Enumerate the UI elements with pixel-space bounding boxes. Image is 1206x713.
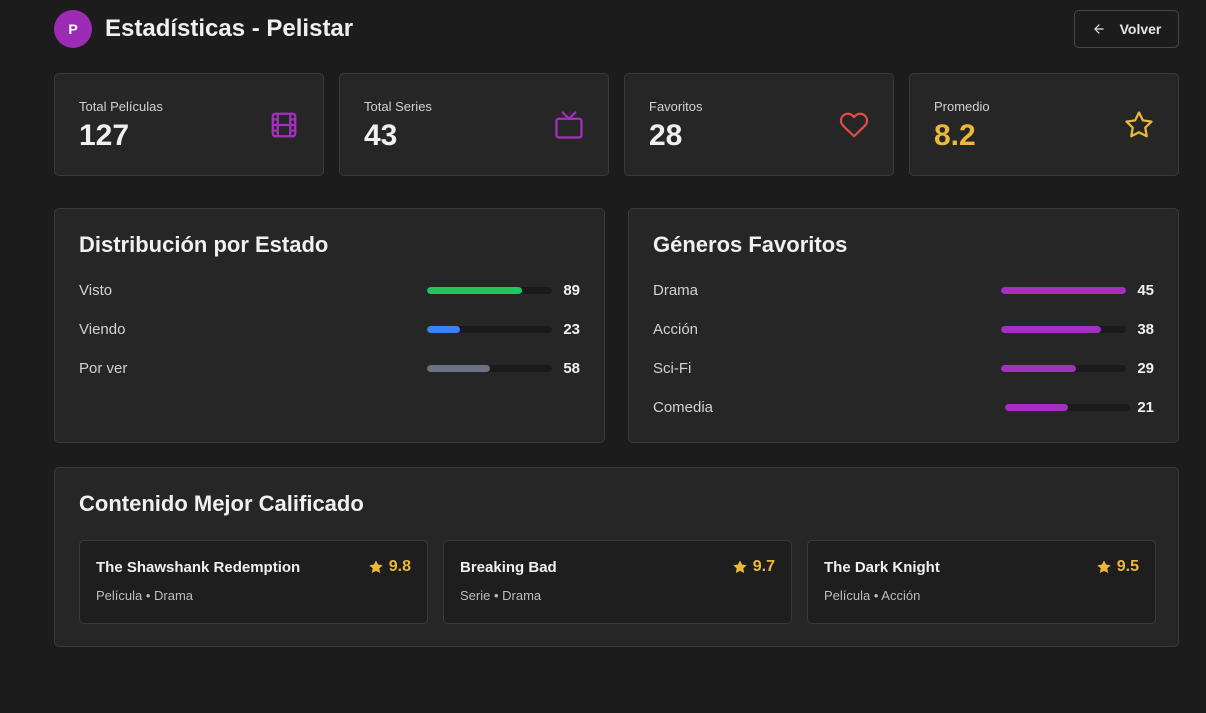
bar-label: Acción bbox=[653, 321, 699, 338]
stat-label: Total Películas bbox=[79, 99, 163, 114]
stat-value: 8.2 bbox=[934, 119, 976, 152]
bar-value: 58 bbox=[563, 360, 580, 377]
bar-fill bbox=[1005, 404, 1068, 411]
header: P Estadísticas - Pelistar Volver bbox=[54, 10, 1179, 50]
top-rated-item[interactable]: The Shawshank Redemption 9.8 Película • … bbox=[79, 540, 428, 624]
heart-icon bbox=[839, 112, 869, 138]
bar-fill bbox=[427, 287, 522, 294]
bar-value: 23 bbox=[563, 321, 580, 338]
stat-value: 43 bbox=[364, 119, 398, 152]
status-row-watching: Viendo 23 bbox=[79, 320, 580, 340]
item-meta: Película • Drama bbox=[96, 588, 194, 603]
genre-row-scifi: Sci-Fi 29 bbox=[653, 359, 1154, 379]
panel-title: Contenido Mejor Calificado bbox=[79, 491, 364, 516]
item-meta: Película • Acción bbox=[824, 588, 921, 603]
item-meta: Serie • Drama bbox=[460, 588, 542, 603]
bar-track bbox=[1005, 404, 1130, 411]
stat-label: Favoritos bbox=[649, 99, 703, 114]
bar-label: Por ver bbox=[79, 360, 128, 377]
star-icon bbox=[369, 560, 383, 573]
item-rating: 9.5 bbox=[1096, 558, 1139, 576]
panel-title: Géneros Favoritos bbox=[653, 232, 848, 257]
stat-value: 127 bbox=[79, 119, 130, 152]
star-icon bbox=[1097, 560, 1111, 573]
genre-row-drama: Drama 45 bbox=[653, 281, 1154, 301]
top-rated-panel: Contenido Mejor Calificado The Shawshank… bbox=[54, 467, 1179, 647]
app-logo: P bbox=[54, 10, 92, 48]
bar-track bbox=[1001, 326, 1126, 333]
rating-value: 9.7 bbox=[752, 558, 775, 575]
status-row-watched: Visto 89 bbox=[79, 281, 580, 301]
stat-card-total-movies: Total Películas 127 bbox=[54, 73, 324, 176]
genre-row-action: Acción 38 bbox=[653, 320, 1154, 340]
bar-value: 38 bbox=[1137, 321, 1154, 338]
arrow-left-icon bbox=[1093, 24, 1104, 34]
stat-card-favorites: Favoritos 28 bbox=[624, 73, 894, 176]
status-row-to-watch: Por ver 58 bbox=[79, 359, 580, 379]
genre-row-comedy: Comedia 21 bbox=[653, 398, 1154, 418]
bar-value: 29 bbox=[1137, 360, 1154, 377]
item-rating: 9.7 bbox=[732, 558, 775, 576]
item-title: The Shawshank Redemption bbox=[96, 559, 301, 576]
bar-fill bbox=[1001, 326, 1101, 333]
bar-fill bbox=[427, 326, 460, 333]
bar-label: Sci-Fi bbox=[653, 360, 692, 377]
back-button[interactable]: Volver bbox=[1074, 10, 1179, 48]
favorite-genres-panel: Géneros Favoritos Drama 45 Acción 38 Sci… bbox=[628, 208, 1179, 443]
item-title: Breaking Bad bbox=[460, 559, 557, 576]
stat-card-average: Promedio 8.2 bbox=[909, 73, 1179, 176]
top-rated-item[interactable]: The Dark Knight 9.5 Película • Acción bbox=[807, 540, 1156, 624]
page-title: Estadísticas - Pelistar bbox=[105, 15, 354, 42]
stat-value: 28 bbox=[649, 119, 683, 152]
bar-fill bbox=[1001, 287, 1126, 294]
bar-value: 45 bbox=[1137, 282, 1154, 299]
panel-title: Distribución por Estado bbox=[79, 232, 329, 257]
bar-track bbox=[427, 287, 552, 294]
bar-label: Drama bbox=[653, 282, 699, 299]
stat-label: Promedio bbox=[934, 99, 990, 114]
bar-track bbox=[427, 326, 552, 333]
bar-fill bbox=[1001, 365, 1076, 372]
top-rated-item[interactable]: Breaking Bad 9.7 Serie • Drama bbox=[443, 540, 792, 624]
rating-value: 9.8 bbox=[388, 558, 411, 575]
bar-track bbox=[1001, 287, 1126, 294]
bar-label: Comedia bbox=[653, 399, 714, 416]
stat-label: Total Series bbox=[364, 99, 432, 114]
bar-label: Viendo bbox=[79, 321, 126, 338]
star-icon bbox=[733, 560, 747, 573]
item-rating: 9.8 bbox=[368, 558, 411, 576]
star-icon bbox=[1125, 111, 1153, 138]
bar-track bbox=[1001, 365, 1126, 372]
bar-value: 89 bbox=[563, 282, 580, 299]
bar-fill bbox=[427, 365, 490, 372]
bar-track bbox=[427, 365, 552, 372]
bar-value: 21 bbox=[1137, 399, 1154, 416]
item-title: The Dark Knight bbox=[824, 559, 940, 576]
status-distribution-panel: Distribución por Estado Visto 89 Viendo … bbox=[54, 208, 605, 443]
stat-card-total-series: Total Series 43 bbox=[339, 73, 609, 176]
rating-value: 9.5 bbox=[1116, 558, 1139, 575]
film-icon bbox=[271, 112, 297, 138]
tv-icon bbox=[555, 111, 583, 139]
back-button-label: Volver bbox=[1119, 21, 1162, 37]
bar-label: Visto bbox=[79, 282, 113, 299]
